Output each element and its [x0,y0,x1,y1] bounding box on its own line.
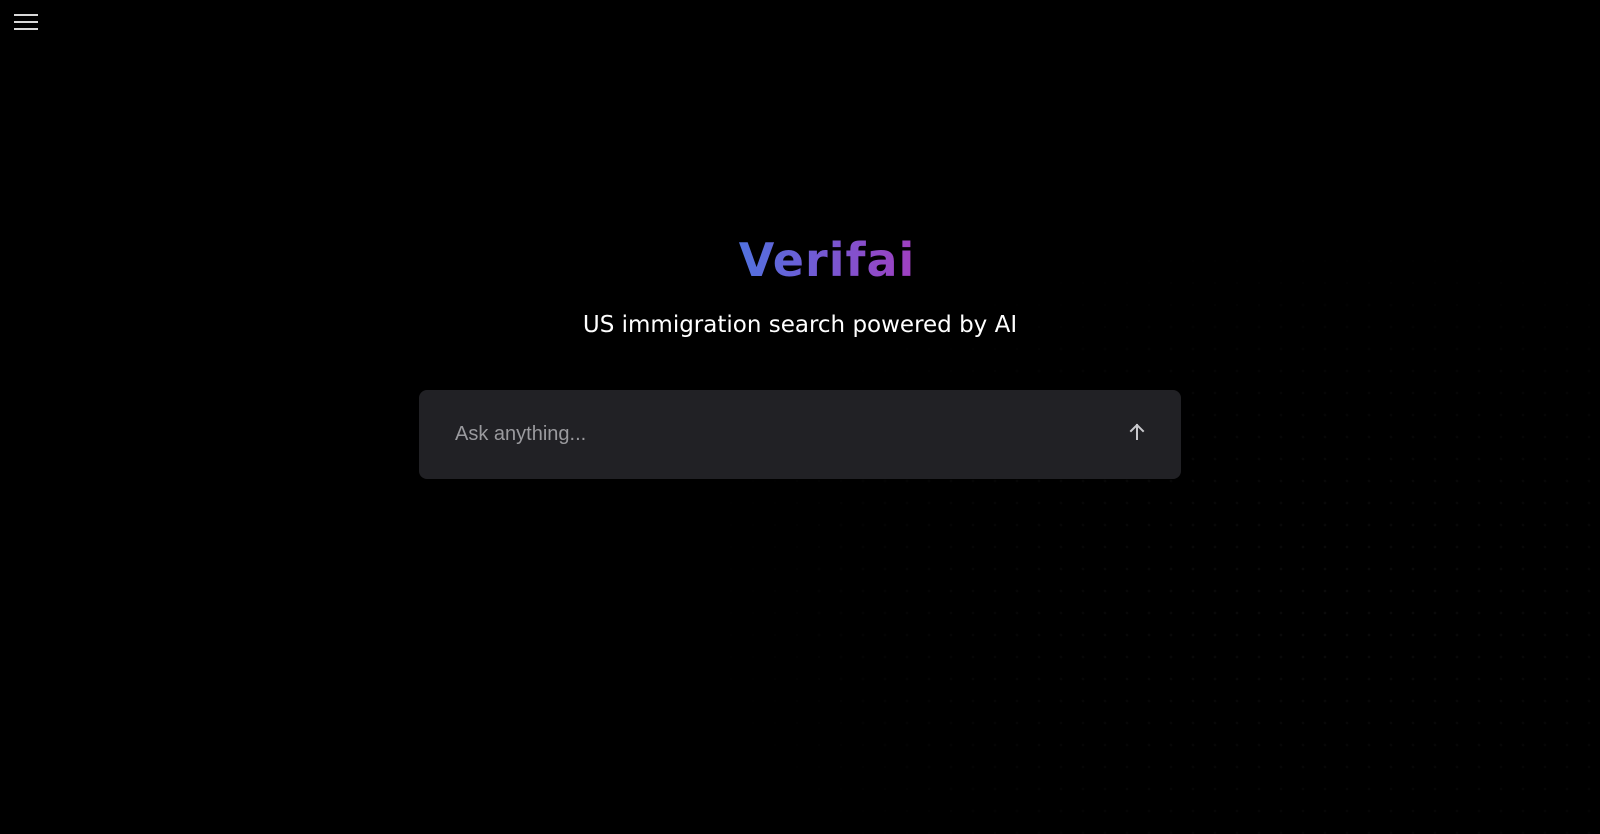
arrow-up-icon [1127,422,1147,446]
menu-button[interactable] [8,6,44,38]
submit-button[interactable] [1121,418,1153,450]
search-input[interactable] [455,390,1095,479]
search-box [419,390,1181,479]
brand-title: Verifai [685,230,916,290]
page: Verifai US immigration search powered by… [0,0,1600,834]
hero: Verifai US immigration search powered by… [0,230,1600,342]
tagline: US immigration search powered by AI [582,312,1018,338]
hamburger-menu-icon [14,13,38,31]
